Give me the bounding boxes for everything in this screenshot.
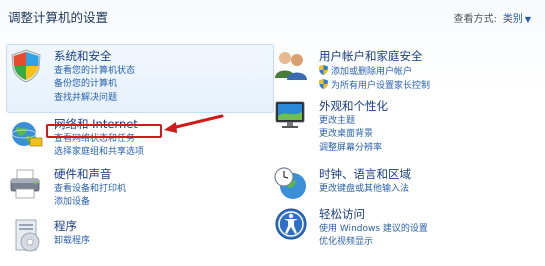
link-adjust-resolution[interactable]: 调整屏幕分辨率 <box>319 142 382 155</box>
category-title[interactable]: 用户帐户和家庭安全 <box>319 48 423 64</box>
link-change-theme[interactable]: 更改主题 <box>319 115 382 128</box>
uac-shield-icon <box>319 79 328 90</box>
page-title: 调整计算机的设置 <box>8 10 109 25</box>
uac-shield-icon <box>319 65 328 75</box>
link-windows-suggested-settings[interactable]: 使用 Windows 建议的设置 <box>319 223 428 236</box>
link-add-remove-accounts[interactable]: 添加或删除用户帐户 <box>319 65 430 79</box>
chevron-down-icon[interactable]: ▼ <box>525 15 531 24</box>
category-links: 卸载程序 <box>54 235 90 248</box>
annotation-highlight-box <box>46 124 162 138</box>
programs-icon <box>15 219 40 252</box>
annotation-arrow-icon <box>164 114 224 133</box>
monitor-icon <box>275 101 305 128</box>
link-devices-printers[interactable]: 查看设备和打印机 <box>54 183 126 196</box>
category-links: 查看您的计算机状态 备份您的计算机 查找并解决问题 <box>54 65 135 105</box>
ease-of-access-icon <box>275 208 307 240</box>
category-links: 添加或删除用户帐户 为所有用户设置家长控制 <box>319 65 430 94</box>
link-add-device[interactable]: 添加设备 <box>54 196 126 209</box>
category-links: 更改主题 更改桌面背景 调整屏幕分辨率 <box>319 115 382 155</box>
link-change-input-method[interactable]: 更改键盘或其他输入法 <box>319 183 409 196</box>
link-troubleshoot[interactable]: 查找并解决问题 <box>54 92 135 105</box>
link-uninstall-program[interactable]: 卸载程序 <box>54 235 90 248</box>
category-links: 使用 Windows 建议的设置 优化视频显示 <box>319 223 428 250</box>
link-parental-controls[interactable]: 为所有用户设置家长控制 <box>319 79 430 93</box>
category-hover-highlight <box>6 44 274 113</box>
network-globe-icon <box>11 122 43 147</box>
shield-icon <box>11 49 41 83</box>
link-change-desktop-background[interactable]: 更改桌面背景 <box>319 128 382 141</box>
category-title[interactable]: 时钟、语言和区域 <box>319 166 411 182</box>
view-by: 查看方式: 类别 ▼ <box>453 10 531 25</box>
view-by-label: 查看方式: <box>453 14 497 25</box>
link-homegroup-sharing[interactable]: 选择家庭组和共享选项 <box>54 146 144 159</box>
category-title[interactable]: 外观和个性化 <box>319 98 388 114</box>
link-label: 为所有用户设置家长控制 <box>331 81 431 92</box>
link-label: 添加或删除用户帐户 <box>331 67 413 77</box>
category-links: 查看设备和打印机 添加设备 <box>54 183 126 210</box>
view-by-dropdown[interactable]: 类别 <box>503 14 523 25</box>
link-view-computer-status[interactable]: 查看您的计算机状态 <box>54 65 135 78</box>
printer-icon <box>10 169 40 199</box>
link-backup-computer[interactable]: 备份您的计算机 <box>54 78 135 91</box>
category-title[interactable]: 轻松访问 <box>319 206 365 222</box>
category-links: 更改键盘或其他输入法 <box>319 183 409 196</box>
category-title[interactable]: 程序 <box>54 218 77 234</box>
users-icon <box>275 52 307 80</box>
category-title[interactable]: 系统和安全 <box>54 48 112 64</box>
link-optimize-visual-display[interactable]: 优化视频显示 <box>319 236 428 249</box>
category-title[interactable]: 硬件和声音 <box>54 166 112 182</box>
clock-globe-icon <box>274 167 306 199</box>
